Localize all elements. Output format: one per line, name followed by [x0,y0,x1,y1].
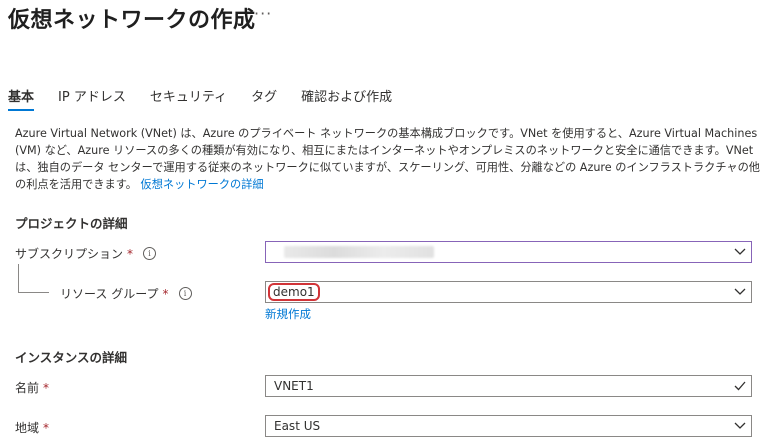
resource-group-value: demo1 [268,283,320,301]
subscription-redacted [284,246,434,258]
region-label: 地域 * [15,419,49,436]
vnet-details-link[interactable]: 仮想ネットワークの詳細 [141,178,264,191]
tab-review-create[interactable]: 確認および作成 [301,86,392,111]
create-new-link[interactable]: 新規作成 [265,306,311,322]
info-icon[interactable]: i [143,247,157,260]
description-text: Azure Virtual Network (VNet) は、Azure のプラ… [15,127,760,191]
region-value: East US [274,419,321,433]
tab-basics[interactable]: 基本 [8,86,35,111]
name-input[interactable]: VNET1 [265,375,752,397]
chevron-down-icon [729,422,751,430]
tab-bar: 基本 IP アドレス セキュリティ タグ 確認および作成 [8,86,416,111]
required-mark: * [43,420,50,435]
more-options-button[interactable]: ··· [254,4,272,23]
subscription-value [266,246,729,258]
description: Azure Virtual Network (VNet) は、Azure のプラ… [15,125,767,193]
required-mark: * [127,246,134,261]
name-label: 名前 * [15,379,49,396]
subscription-label: サブスクリプション * i [15,245,157,262]
chevron-down-icon [729,288,751,296]
checkmark-icon [729,381,751,391]
name-value: VNET1 [274,379,314,393]
page-title: 仮想ネットワークの作成 [8,8,256,33]
resource-group-value-wrap: demo1 [266,283,729,301]
info-icon[interactable]: i [178,287,192,300]
region-label-text: 地域 [15,421,40,435]
resource-group-label-text: リソース グループ [60,287,159,301]
tab-tags[interactable]: タグ [251,86,277,111]
tree-connector [18,264,49,293]
required-mark: * [162,286,169,301]
instance-details-heading: インスタンスの詳細 [15,350,128,365]
name-label-text: 名前 [15,381,40,395]
resource-group-select[interactable]: demo1 [265,281,752,303]
resource-group-label: リソース グループ * i [60,285,192,302]
tab-security[interactable]: セキュリティ [150,86,227,111]
subscription-select[interactable] [265,241,752,263]
tab-ip-addresses[interactable]: IP アドレス [58,86,126,111]
chevron-down-icon [729,248,751,256]
required-mark: * [43,380,50,395]
subscription-label-text: サブスクリプション [15,247,124,261]
project-details-heading: プロジェクトの詳細 [15,216,128,231]
region-select[interactable]: East US [265,415,752,437]
